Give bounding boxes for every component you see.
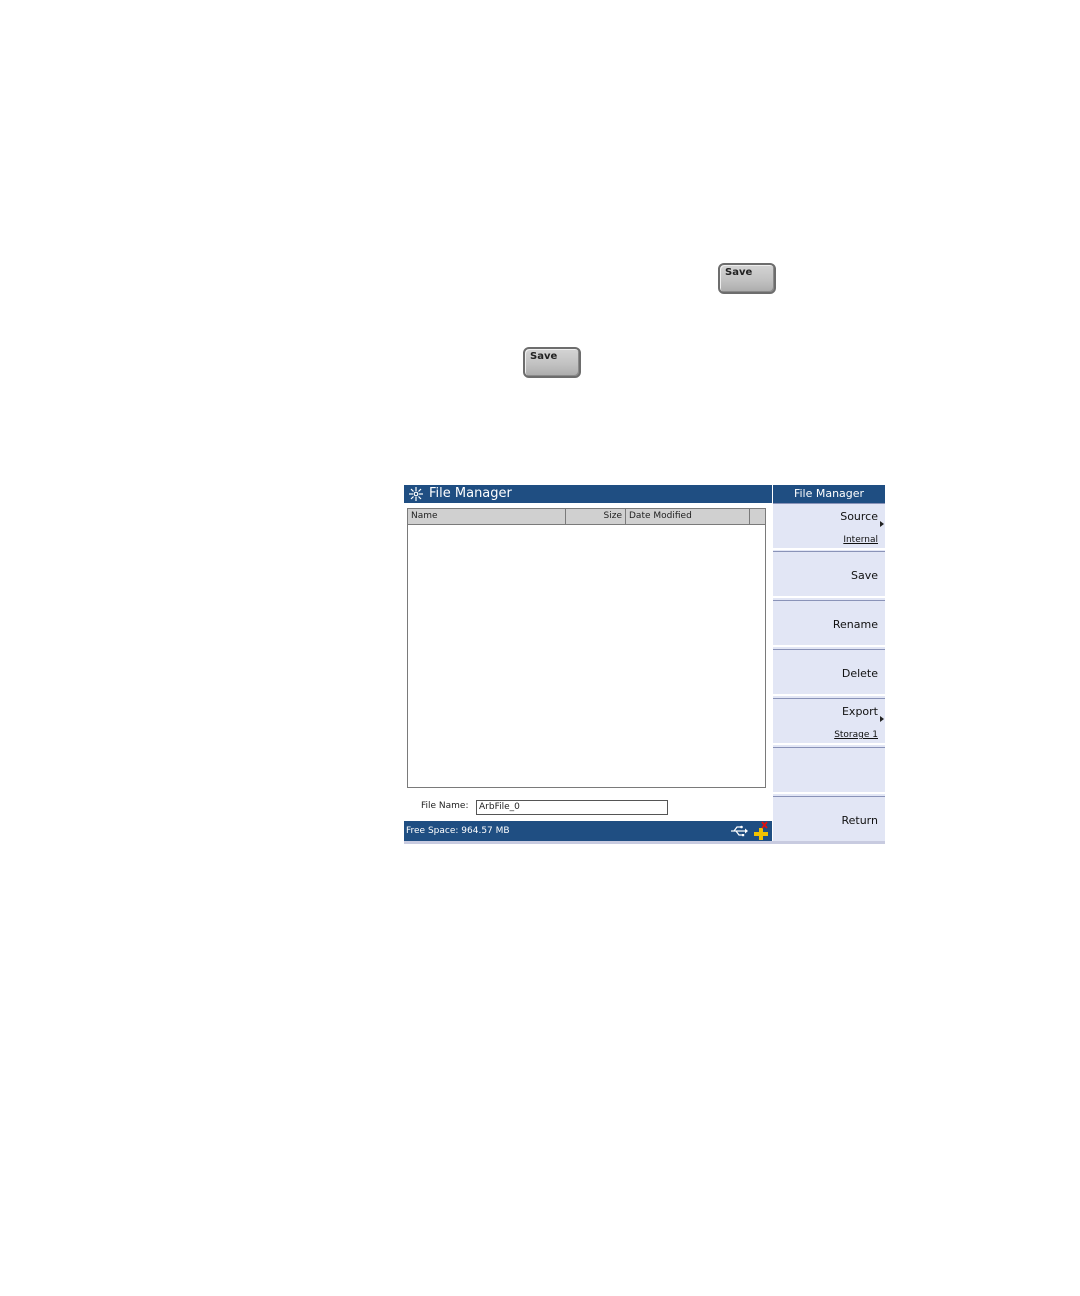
window-title: File Manager [429,486,512,501]
file-name-input[interactable]: ArbFile_0 [476,800,668,815]
file-list[interactable]: Name Size Date Modified [407,508,766,788]
softkey-menu-title: File Manager [773,485,885,503]
agilent-spark-icon [409,487,423,501]
save-hardware-key[interactable]: Save [718,263,776,294]
lan-disconnected-icon [754,821,768,840]
softkey-label: Rename [832,618,878,631]
softkey-label: Return [841,814,878,827]
softkey-value: Internal [843,535,878,545]
save-hardware-key[interactable]: Save [523,347,581,378]
softkey-label: Delete [841,667,878,680]
submenu-arrow-icon [880,716,884,722]
softkey-save[interactable]: Save [773,551,885,598]
submenu-arrow-icon [880,521,884,527]
instrument-screen: File Manager Name Size Date Modified Fil… [404,485,885,844]
column-header-date-modified[interactable]: Date Modified [626,509,750,524]
file-manager-panel: File Manager Name Size Date Modified Fil… [404,485,772,844]
status-bar: Free Space: 964.57 MB [404,821,772,841]
softkey-return[interactable]: Return [773,796,885,843]
softkey-source[interactable]: Source Internal [773,503,885,550]
file-list-header: Name Size Date Modified [408,509,765,525]
save-key-label: Save [530,351,558,362]
free-space-text: Free Space: 964.57 MB [406,826,510,836]
column-header-name[interactable]: Name [408,509,566,524]
screen-bottom-edge [404,841,885,844]
softkey-export[interactable]: Export Storage 1 [773,698,885,745]
usb-icon [731,825,748,837]
softkey-delete[interactable]: Delete [773,649,885,696]
save-key-label: Save [725,267,753,278]
column-header-size[interactable]: Size [566,509,626,524]
softkey-label: Source [840,510,878,523]
softkey-rename[interactable]: Rename [773,600,885,647]
softkey-blank[interactable] [773,747,885,794]
softkey-panel: File Manager Source Internal Save Rename… [773,485,885,843]
column-header-extra [750,509,765,524]
file-name-label: File Name: [421,801,469,811]
softkey-value: Storage 1 [834,730,878,740]
title-bar: File Manager [404,485,772,503]
file-name-row: File Name: ArbFile_0 [404,800,772,816]
softkey-label: Save [850,569,878,582]
softkey-label: Export [841,705,878,718]
